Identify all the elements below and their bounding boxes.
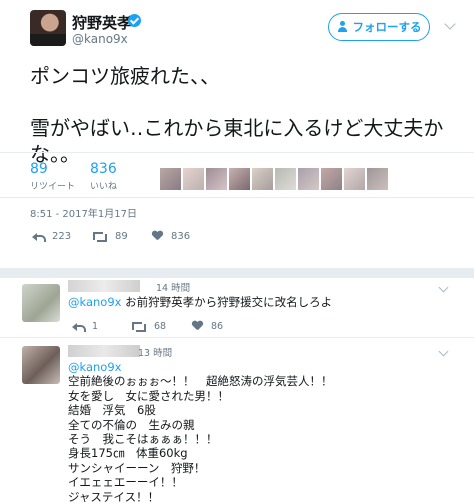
tweet-text-line: 雪がやばい‥これから東北に入るけど大丈夫か [30,116,444,140]
chevron-down-icon[interactable] [444,18,456,30]
reply-text-line: 空前絶後のぉぉぉ～！！ 超絶怒涛の浮気芸人！！ [68,374,333,389]
verified-icon [128,14,141,27]
retweets-count: 89 [30,161,48,177]
reply-text-line: 身長175㎝ 体重60kg [68,446,188,461]
user-handle[interactable]: @kano9x [72,32,128,46]
reply-text: @kano9x 空前絶後のぉぉぉ～！！ 超絶怒涛の浮気芸人！！ 女を愛し 女に愛… [68,360,333,503]
reply-text-line: イエェェエーーイ！！ [68,475,183,490]
reply-text-line: 女を愛し 女に愛された男！！ [68,388,229,403]
follow-button[interactable]: フォローする [328,13,430,41]
reply-text-line: サンシャイーーン 狩野！ [68,460,206,475]
tweet-timestamp: 8:51 - 2017年1月17日 [30,209,137,220]
like-icon [192,321,203,331]
reply-text-line: ジャステイス！！ [68,489,160,503]
avatar[interactable] [183,168,204,190]
reply-text: @kano9x お前狩野英孝から狩野援交に改名しろよ [68,295,332,309]
avatar[interactable] [22,346,60,384]
reply-action[interactable]: 223 [32,228,71,244]
reply-mention[interactable]: @kano9x [68,295,121,309]
likes-stat[interactable]: 836 いいね [90,161,117,192]
tweet-text-line: ポンコツ旅疲れた、、 [30,64,220,88]
retweet-count: 68 [154,320,167,332]
retweet-count: 89 [115,230,128,242]
retweet-icon [132,321,146,332]
avatar[interactable] [160,168,181,190]
avatar[interactable] [30,10,66,46]
reply-text-line: そう 我こそはぁぁぁ！！！ [68,432,218,447]
chevron-down-icon[interactable] [438,282,449,293]
retweets-label: リツイート [30,182,76,192]
reply-tweet[interactable]: 14 時間 @kano9x お前狩野英孝から狩野援交に改名しろよ 1 68 86 [0,278,474,338]
avatar[interactable] [344,168,365,190]
like-count: 86 [211,320,224,332]
likes-label: いいね [90,182,118,192]
avatar[interactable] [252,168,273,190]
avatar[interactable] [321,168,342,190]
avatar[interactable] [298,168,319,190]
reply-count: 1 [92,320,99,332]
reply-tweet[interactable]: 13 時間 @kano9x 空前絶後のぉぉぉ～！！ 超絶怒涛の浮気芸人！！ 女を… [0,340,474,503]
avatar[interactable] [22,284,60,322]
reply-icon [32,231,46,242]
chevron-down-icon[interactable] [438,346,449,357]
avatar[interactable] [367,168,388,190]
reply-body: お前狩野英孝から狩野援交に改名しろよ [121,295,333,309]
main-tweet: 狩野英孝 @kano9x フォローする ポンコツ旅疲れた、、 雪がやばい‥これか… [0,0,474,268]
retweet-action[interactable]: 89 [93,228,128,244]
reply-mention[interactable]: @kano9x [68,360,333,374]
retweet-icon [93,231,107,242]
follow-person-icon [337,21,349,33]
retweets-stat[interactable]: 89 リツイート [30,161,75,192]
avatar[interactable] [206,168,227,190]
reply-text-line: 結婚 浮気 6股 [68,403,156,418]
like-count: 836 [171,230,191,242]
reply-user-name[interactable] [68,345,140,357]
retweet-action[interactable]: 68 [132,320,166,332]
reply-text-line: 全ての不倫の 生みの親 [68,417,195,432]
reply-action[interactable]: 1 [72,320,98,332]
reply-time[interactable]: 13 時間 [138,345,172,359]
section-divider [0,268,474,278]
reply-icon [72,321,86,332]
reply-time[interactable]: 14 時間 [156,280,190,294]
like-icon [152,231,163,241]
follow-button-label: フォローする [352,20,422,34]
avatar[interactable] [229,168,250,190]
user-name[interactable]: 狩野英孝 [72,12,132,33]
reply-count: 223 [52,230,72,242]
like-action[interactable]: 836 [152,228,190,244]
avatar[interactable] [275,168,296,190]
like-action[interactable]: 86 [192,320,223,332]
retweeter-avatars[interactable] [160,168,388,190]
likes-count: 836 [90,161,117,177]
reply-user-name[interactable] [68,280,140,292]
